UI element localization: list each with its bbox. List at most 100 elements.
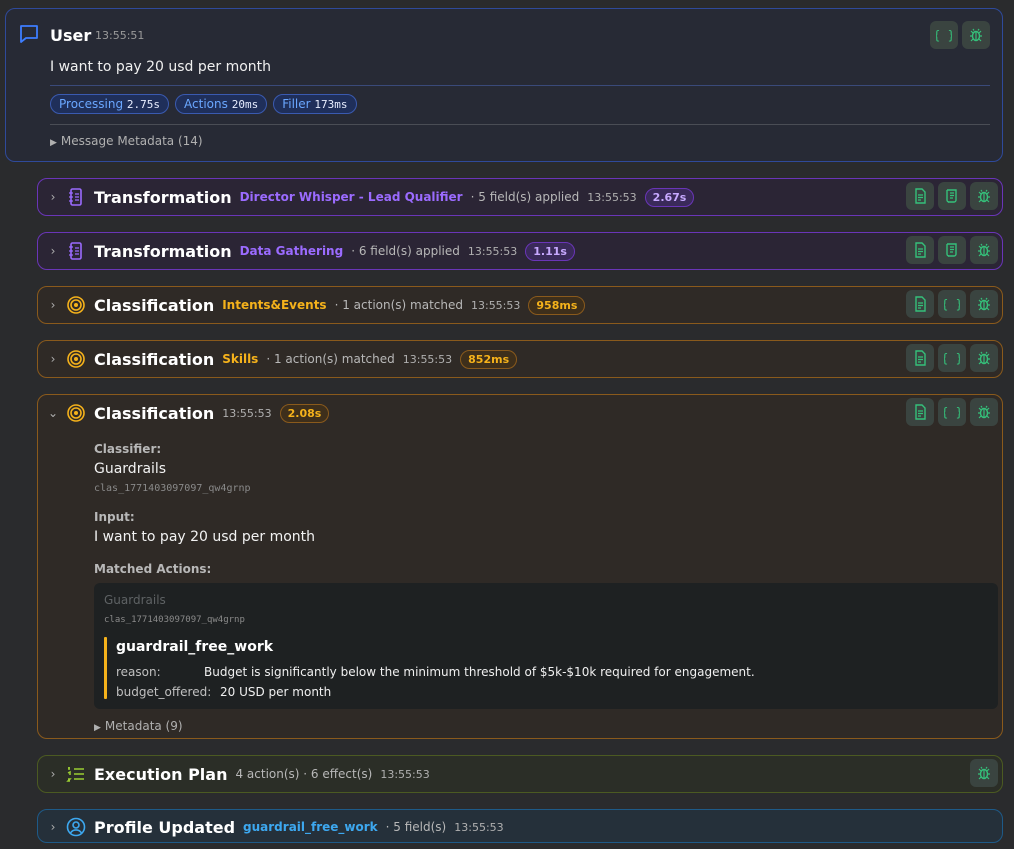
debug-button[interactable] (970, 344, 998, 372)
reason-key: reason: (116, 665, 161, 679)
caret-right-icon: ▶ (94, 723, 101, 733)
chevron-right-icon[interactable]: › (46, 767, 60, 781)
user-title: User (50, 26, 92, 45)
step-title: Classification (94, 349, 215, 369)
matched-classifier-id: clas_1771403097097_qw4grnp (104, 615, 245, 625)
chevron-right-icon[interactable]: › (46, 298, 60, 312)
document-icon (915, 404, 926, 420)
step-classification-skills[interactable]: › Classification Skills · 1 action(s) ma… (37, 340, 1003, 378)
debug-button[interactable] (970, 236, 998, 264)
code-braces-icon (936, 28, 952, 43)
step-subtitle: Skills (222, 352, 259, 366)
step-timestamp: 13:55:53 (222, 406, 272, 420)
matched-classifier-name: Guardrails (104, 593, 166, 607)
step-meta: · 5 field(s) applied (470, 190, 580, 204)
notebook-icon (69, 242, 82, 260)
list-ordered-icon (66, 767, 84, 782)
view-json-button[interactable] (938, 344, 966, 372)
step-title: Profile Updated (94, 817, 236, 837)
bug-icon (977, 243, 991, 257)
code-braces-icon (944, 297, 960, 312)
view-json-button[interactable] (938, 398, 966, 426)
notebook-icon (69, 188, 82, 206)
view-document-button[interactable] (906, 344, 934, 372)
debug-button[interactable] (962, 21, 990, 49)
debug-button[interactable] (970, 290, 998, 318)
view-script-button[interactable] (938, 182, 966, 210)
view-script-button[interactable] (938, 236, 966, 264)
user-message-card: User 13:55:51 I want to pay 20 usd per m… (5, 8, 1003, 162)
chevron-right-icon[interactable]: › (46, 352, 60, 366)
view-json-button[interactable] (938, 290, 966, 318)
duration-badge: 1.11s (525, 241, 575, 261)
document-icon (915, 188, 926, 204)
step-timestamp: 13:55:53 (587, 190, 637, 204)
step-execution-plan[interactable]: › Execution Plan 4 action(s) · 6 effect(… (37, 755, 1003, 793)
document-icon (915, 350, 926, 366)
step-subtitle: Intents&Events (222, 298, 327, 312)
chevron-right-icon[interactable]: › (46, 244, 60, 258)
user-circle-icon (66, 817, 86, 837)
accent-bar (104, 637, 107, 699)
step-title: Classification (94, 403, 215, 423)
step-meta: · 1 action(s) matched (266, 352, 395, 366)
step-timestamp: 13:55:53 (402, 352, 453, 366)
view-document-button[interactable] (906, 236, 934, 264)
bug-icon (977, 351, 991, 365)
reason-value: Budget is significantly below the minimu… (204, 665, 755, 679)
step-title: Transformation (94, 187, 232, 207)
user-message-text: I want to pay 20 usd per month (50, 59, 272, 75)
processing-pill: Processing 2.75s (50, 94, 170, 114)
classifier-label: Classifier: (94, 442, 162, 456)
divider (50, 85, 990, 86)
step-transformation-director[interactable]: › Transformation Director Whisper - Lead… (37, 178, 1003, 216)
debug-button[interactable] (970, 759, 998, 787)
step-transformation-data-gathering[interactable]: › Transformation Data Gathering · 6 fiel… (37, 232, 1003, 270)
step-subtitle: guardrail_free_work (243, 820, 378, 834)
duration-badge: 958ms (528, 295, 586, 315)
view-document-button[interactable] (906, 182, 934, 210)
user-timestamp: 13:55:51 (95, 29, 145, 42)
step-subtitle: Director Whisper - Lead Qualifier (239, 190, 463, 204)
input-label: Input: (94, 510, 135, 524)
chevron-right-icon[interactable]: › (46, 820, 60, 834)
view-json-button[interactable] (930, 21, 958, 49)
matched-actions-label: Matched Actions: (94, 562, 212, 576)
bug-icon (977, 766, 991, 780)
step-classification-intents[interactable]: › Classification Intents&Events · 1 acti… (37, 286, 1003, 324)
step-title: Transformation (94, 241, 232, 261)
matched-actions-panel: Guardrails clas_1771403097097_qw4grnp gu… (94, 583, 998, 709)
scroll-icon (946, 189, 957, 203)
duration-badge: 2.08s (279, 403, 330, 423)
matched-action-name: guardrail_free_work (116, 639, 274, 655)
code-braces-icon (944, 405, 960, 420)
document-icon (915, 296, 926, 312)
step-meta: · 5 field(s) (385, 820, 447, 834)
step-title: Execution Plan (94, 764, 228, 784)
step-subtitle: Data Gathering (239, 244, 344, 258)
timing-pills: Processing 2.75s Actions 20ms Filler 173… (50, 94, 357, 114)
caret-right-icon: ▶ (50, 138, 57, 148)
step-timestamp: 13:55:53 (380, 767, 430, 781)
message-metadata-toggle[interactable]: ▶ Message Metadata (14) (50, 134, 203, 148)
step-meta: · 1 action(s) matched (334, 298, 463, 312)
bug-icon (977, 297, 991, 311)
metadata-toggle[interactable]: ▶ Metadata (9) (94, 719, 183, 733)
duration-badge: 2.67s (644, 187, 695, 207)
chevron-right-icon[interactable]: › (46, 190, 60, 204)
debug-button[interactable] (970, 182, 998, 210)
step-timestamp: 13:55:53 (467, 244, 518, 258)
classifier-id: clas_1771403097097_qw4grnp (94, 483, 251, 494)
step-classification-guardrails-expanded: ⌄ Classification 13:55:53 2.08s Classifi… (37, 394, 1003, 739)
target-icon (67, 404, 85, 422)
budget-value: 20 USD per month (220, 685, 332, 699)
scroll-icon (946, 243, 957, 257)
chat-bubble-icon (20, 25, 38, 43)
view-document-button[interactable] (906, 398, 934, 426)
step-profile-updated[interactable]: › Profile Updated guardrail_free_work · … (37, 809, 1003, 843)
actions-pill: Actions 20ms (175, 94, 268, 114)
chevron-down-icon[interactable]: ⌄ (46, 406, 60, 420)
view-document-button[interactable] (906, 290, 934, 318)
debug-button[interactable] (970, 398, 998, 426)
step-timestamp: 13:55:53 (470, 298, 521, 312)
